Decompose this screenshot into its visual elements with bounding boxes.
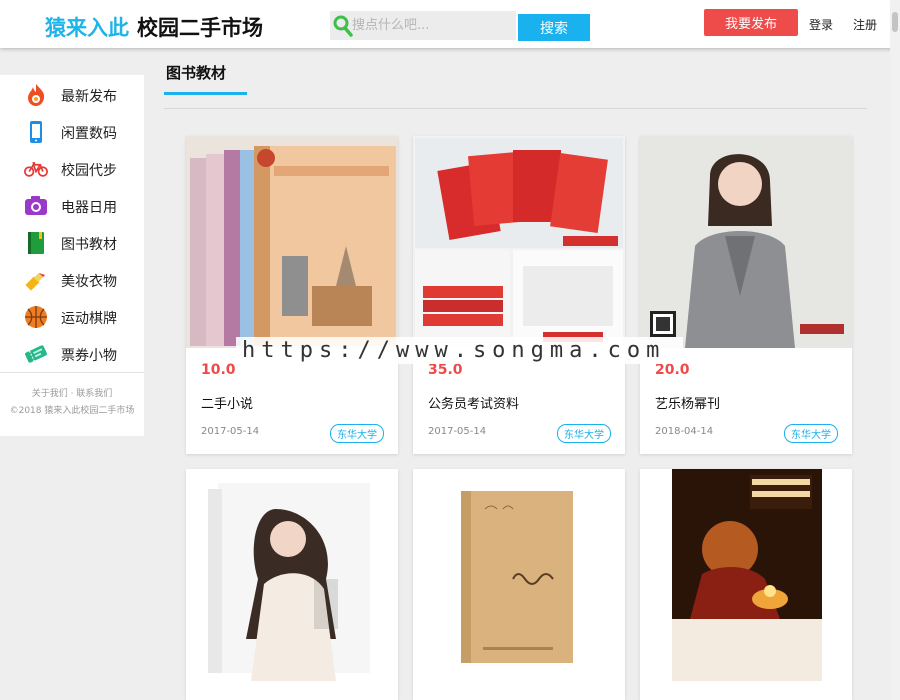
top-header: 猿来入此校园二手市场 搜索 我要发布 登录 注册 — [0, 0, 900, 48]
sidebar-item-label: 电器日用 — [61, 200, 117, 216]
product-card[interactable] — [640, 469, 852, 700]
search-icon — [333, 15, 353, 37]
sidebar-item-label: 票券小物 — [61, 348, 117, 364]
card-price: 20.0 — [655, 362, 690, 378]
page-scrollbar[interactable] — [890, 0, 900, 700]
watermark-url: https://www.songma.com — [236, 337, 683, 364]
publish-button[interactable]: 我要发布 — [704, 9, 798, 36]
search-box — [330, 11, 516, 40]
book-icon — [24, 231, 48, 255]
school-badge[interactable]: 东华大学 — [330, 424, 384, 443]
sidebar-item-label: 运动棋牌 — [61, 311, 117, 327]
product-image-book-best-arrangement[interactable] — [640, 469, 852, 681]
lipstick-icon — [24, 268, 48, 292]
sidebar-divider — [0, 372, 144, 373]
product-image-book-kraft[interactable] — [413, 469, 625, 681]
category-sidebar: 最新发布 闲置数码 校园代步 电器日用 图书教材 美妆衣物 运动棋牌 票券小物 … — [0, 75, 144, 436]
product-card[interactable]: 35.0 公务员考试资料 2017-05-14 东华大学 — [413, 136, 625, 454]
sidebar-item-digital[interactable]: 闲置数码 — [0, 113, 144, 150]
card-price: 35.0 — [428, 362, 463, 378]
card-title[interactable]: 艺乐杨幂刊 — [655, 393, 720, 412]
product-image-book-cover[interactable] — [186, 469, 398, 681]
sidebar-item-tickets[interactable]: 票券小物 — [0, 335, 144, 372]
sidebar-item-label: 最新发布 — [61, 89, 117, 105]
section-divider — [164, 108, 867, 109]
scrollbar-thumb[interactable] — [892, 12, 898, 32]
site-name: 校园二手市场 — [137, 16, 263, 40]
section-title: 图书教材 — [166, 64, 227, 82]
product-card[interactable] — [186, 469, 398, 700]
sidebar-item-appliances[interactable]: 电器日用 — [0, 187, 144, 224]
ticket-icon — [24, 342, 48, 366]
sidebar-item-transport[interactable]: 校园代步 — [0, 150, 144, 187]
product-card[interactable]: 10.0 二手小说 2017-05-14 东华大学 — [186, 136, 398, 454]
search-button[interactable]: 搜索 — [518, 14, 590, 41]
section-title-underline — [164, 92, 247, 95]
sidebar-item-sports[interactable]: 运动棋牌 — [0, 298, 144, 335]
site-logo[interactable]: 猿来入此 校园二手市场 — [45, 12, 263, 42]
product-card[interactable]: 20.0 艺乐杨幂刊 2018-04-14 东华大学 — [640, 136, 852, 454]
fire-icon — [24, 83, 48, 107]
sidebar-item-label: 闲置数码 — [61, 126, 117, 142]
product-card[interactable] — [413, 469, 625, 700]
card-date: 2017-05-14 — [428, 426, 487, 437]
school-badge[interactable]: 东华大学 — [784, 424, 838, 443]
card-date: 2017-05-14 — [201, 426, 260, 437]
card-price: 10.0 — [201, 362, 236, 378]
camera-icon — [24, 194, 48, 218]
sidebar-item-label: 校园代步 — [61, 163, 117, 179]
sidebar-item-label: 美妆衣物 — [61, 274, 117, 290]
card-title[interactable]: 二手小说 — [201, 393, 253, 412]
sidebar-footer-links[interactable]: 关于我们 · 联系我们 — [0, 386, 144, 399]
card-title[interactable]: 公务员考试资料 — [428, 393, 519, 412]
product-image-exam-books[interactable] — [413, 136, 625, 348]
bicycle-icon — [24, 157, 48, 181]
card-date: 2018-04-14 — [655, 426, 714, 437]
sidebar-item-books[interactable]: 图书教材 — [0, 224, 144, 261]
sidebar-item-cosmetics[interactable]: 美妆衣物 — [0, 261, 144, 298]
sidebar-item-label: 图书教材 — [61, 237, 117, 253]
sidebar-copyright: ©2018 猿来入此校园二手市场 — [9, 406, 135, 416]
brand-name: 猿来入此 — [45, 16, 129, 40]
product-image-novels[interactable] — [186, 136, 398, 348]
login-link[interactable]: 登录 — [809, 16, 833, 33]
school-badge[interactable]: 东华大学 — [557, 424, 611, 443]
basketball-icon — [24, 305, 48, 329]
product-image-magazine[interactable] — [640, 136, 852, 348]
search-input[interactable] — [352, 11, 516, 40]
phone-icon — [24, 120, 48, 144]
register-link[interactable]: 注册 — [853, 16, 877, 33]
sidebar-item-latest[interactable]: 最新发布 — [0, 76, 144, 113]
